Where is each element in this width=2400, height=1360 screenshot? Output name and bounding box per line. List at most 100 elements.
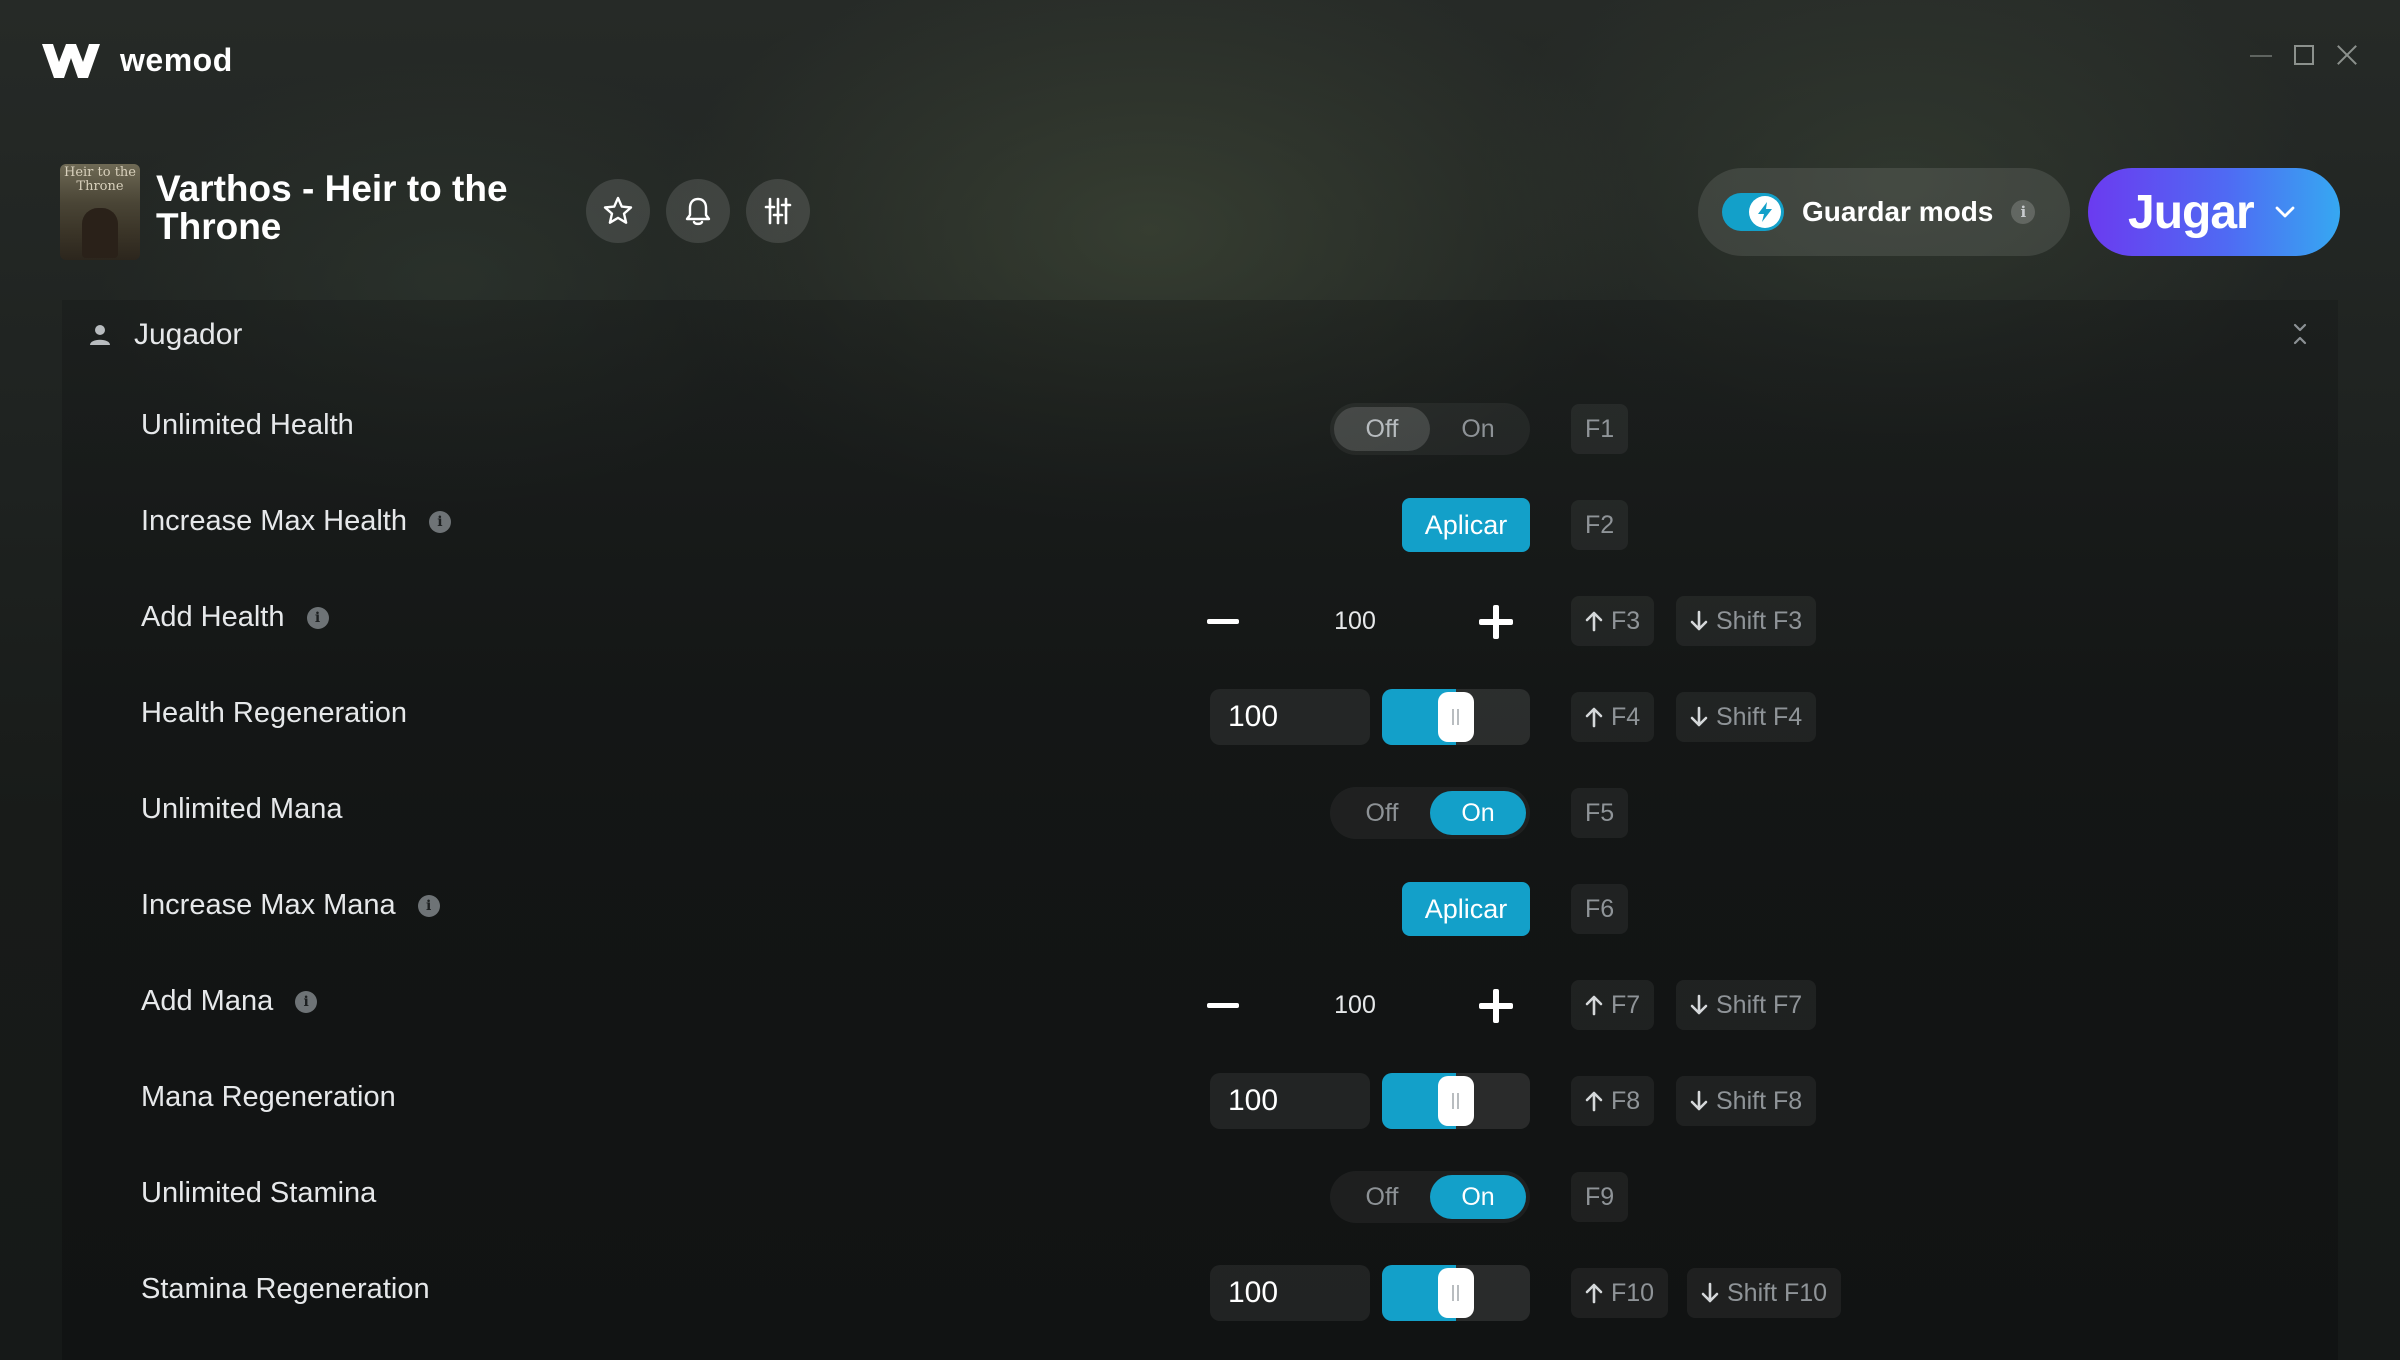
hotkey-badge[interactable]: F5	[1571, 788, 1629, 838]
mod-label: Mana Regeneration	[141, 1081, 396, 1113]
favorite-button[interactable]	[586, 179, 650, 243]
mod-label-group: Unlimited Stamina	[141, 1177, 376, 1210]
hotkey-label: Shift F4	[1716, 702, 1803, 731]
category-header[interactable]: Jugador	[88, 318, 242, 352]
arrow-up-icon	[1585, 995, 1603, 1016]
toggle-on-option[interactable]: On	[1430, 791, 1526, 835]
mod-label: Unlimited Mana	[141, 793, 343, 825]
mod-row: Mana Regeneration 100 F8 Shift F8	[0, 1065, 2400, 1135]
thumbnail-figure	[82, 208, 118, 258]
arrow-up-icon	[1585, 707, 1603, 728]
mod-row: Add Mana i 100 F7 Shift F7	[0, 969, 2400, 1039]
app-logo: wemod	[40, 38, 233, 82]
notifications-button[interactable]	[666, 179, 730, 243]
value-stepper: 100	[1205, 593, 1531, 649]
hotkey-decrease[interactable]: Shift F3	[1676, 596, 1817, 646]
hotkey-badge[interactable]: F2	[1571, 500, 1629, 550]
value-slider[interactable]	[1382, 1265, 1530, 1321]
chevron-down-icon[interactable]	[2274, 205, 2296, 219]
info-icon[interactable]: i	[306, 606, 329, 629]
hotkey-decrease[interactable]: Shift F8	[1676, 1076, 1817, 1126]
play-button[interactable]: Jugar	[2088, 168, 2340, 256]
hotkey-decrease[interactable]: Shift F7	[1676, 980, 1817, 1030]
slider-thumb[interactable]	[1438, 1076, 1474, 1126]
mod-label-group: Health Regeneration	[141, 697, 407, 730]
arrow-down-icon	[1690, 994, 1708, 1015]
decrement-button[interactable]	[1207, 619, 1239, 624]
toggle-off-option[interactable]: Off	[1334, 791, 1430, 835]
hotkey-decrease[interactable]: Shift F10	[1687, 1268, 1842, 1318]
hotkey-increase[interactable]: F7	[1571, 980, 1655, 1030]
value-slider[interactable]	[1382, 689, 1530, 745]
mod-label-group: Increase Max Health i	[141, 505, 451, 538]
slider-thumb[interactable]	[1438, 1268, 1474, 1318]
slider-thumb[interactable]	[1438, 692, 1474, 742]
hotkey-label: F5	[1585, 798, 1615, 827]
decrement-button[interactable]	[1207, 1003, 1239, 1008]
mod-label-group: Increase Max Mana i	[141, 889, 440, 922]
value-stepper: 100	[1205, 977, 1531, 1033]
hotkey-badge[interactable]: F1	[1571, 404, 1629, 454]
toggle-on-option[interactable]: On	[1430, 1175, 1526, 1219]
mod-label: Increase Max Mana	[141, 889, 396, 921]
value-slider[interactable]	[1382, 1073, 1530, 1129]
app-name: wemod	[120, 41, 233, 78]
hotkey-label: F10	[1611, 1278, 1655, 1307]
increment-button[interactable]	[1479, 605, 1513, 639]
hotkey-label: Shift F8	[1716, 1086, 1803, 1115]
hotkey-label: Shift F10	[1727, 1278, 1828, 1307]
toggle-off-option[interactable]: Off	[1334, 407, 1430, 451]
arrow-up-icon	[1585, 611, 1603, 632]
arrow-down-icon	[1690, 706, 1708, 727]
minimize-icon[interactable]	[2250, 44, 2272, 66]
increment-button[interactable]	[1479, 989, 1513, 1023]
mod-row: Unlimited Mana Off On F5	[0, 777, 2400, 847]
hotkey-decrease[interactable]: Shift F4	[1676, 692, 1817, 742]
info-icon[interactable]: i	[295, 990, 318, 1013]
mod-toggle[interactable]: Off On	[1330, 787, 1530, 839]
maximize-icon[interactable]	[2294, 45, 2314, 65]
mod-label-group: Mana Regeneration	[141, 1081, 396, 1114]
save-mods-toggle[interactable]	[1722, 193, 1784, 231]
stepper-value[interactable]: 100	[1285, 991, 1425, 1020]
mod-row: Unlimited Stamina Off On F9	[0, 1161, 2400, 1231]
settings-button[interactable]	[746, 179, 810, 243]
mod-toggle[interactable]: Off On	[1330, 403, 1530, 455]
arrow-up-icon	[1585, 1283, 1603, 1304]
value-input[interactable]: 100	[1210, 689, 1370, 745]
hotkey-badge[interactable]: F9	[1571, 1172, 1629, 1222]
hotkey-increase[interactable]: F8	[1571, 1076, 1655, 1126]
mod-toggle[interactable]: Off On	[1330, 1171, 1530, 1223]
hotkey-badge[interactable]: F6	[1571, 884, 1629, 934]
info-icon[interactable]: i	[2011, 200, 2036, 224]
hotkey-increase[interactable]: F4	[1571, 692, 1655, 742]
info-icon[interactable]: i	[417, 894, 440, 917]
value-input[interactable]: 100	[1210, 1265, 1370, 1321]
hotkey-label: F4	[1611, 702, 1641, 731]
apply-button[interactable]: Aplicar	[1402, 498, 1530, 552]
mod-label-group: Unlimited Mana	[141, 793, 342, 826]
toggle-on-option[interactable]: On	[1430, 407, 1526, 451]
close-icon[interactable]	[2336, 44, 2358, 66]
save-mods-control[interactable]: Guardar mods i	[1698, 168, 2070, 256]
bell-icon	[685, 197, 711, 226]
hotkey-increase[interactable]: F10	[1571, 1268, 1669, 1318]
arrow-down-icon	[1690, 1090, 1708, 1111]
apply-button[interactable]: Aplicar	[1402, 882, 1530, 936]
wemod-logo-icon	[42, 44, 100, 78]
category-label: Jugador	[134, 318, 243, 351]
value-input[interactable]: 100	[1210, 1073, 1370, 1129]
star-icon	[603, 196, 633, 224]
mod-label: Add Mana	[141, 985, 274, 1017]
hotkey-label: F1	[1585, 414, 1615, 443]
toggle-off-option[interactable]: Off	[1334, 1175, 1430, 1219]
mod-row: Stamina Regeneration 100 F10 Shift F10	[0, 1257, 2400, 1327]
hotkey-increase[interactable]: F3	[1571, 596, 1655, 646]
stepper-value[interactable]: 100	[1285, 607, 1425, 636]
arrow-down-icon	[1701, 1282, 1719, 1303]
save-mods-label: Guardar mods	[1802, 196, 1994, 227]
window-controls	[2250, 44, 2358, 66]
mod-row: Unlimited Health Off On F1	[0, 393, 2400, 463]
chevron-collapse-icon[interactable]	[2288, 320, 2312, 348]
info-icon[interactable]: i	[428, 510, 451, 533]
